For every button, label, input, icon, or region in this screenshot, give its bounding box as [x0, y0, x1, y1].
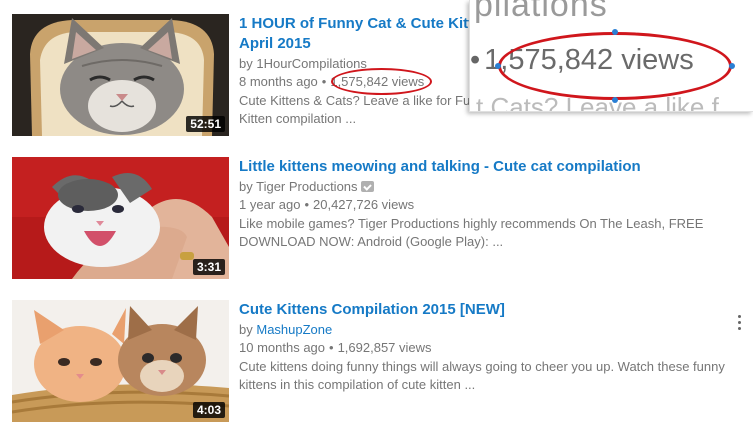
video-meta: 1 year ago • 20,427,726 views: [239, 196, 739, 214]
zoom-highlight-ellipse: [498, 32, 732, 100]
video-title-line: 1 HOUR of Funny Cat & Cute Kitte: [239, 15, 482, 32]
separator-dot: •: [304, 197, 309, 212]
description-line: Kitten compilation ...: [239, 111, 357, 126]
video-meta: 10 months ago • 1,692,857 views: [239, 339, 739, 357]
video-result: 4:03 Cute Kittens Compilation 2015 [NEW]…: [12, 300, 747, 422]
video-info: Cute Kittens Compilation 2015 [NEW] by M…: [239, 300, 739, 394]
video-duration: 52:51: [186, 116, 225, 132]
video-title[interactable]: Little kittens meowing and talking - Cut…: [239, 157, 739, 177]
upload-age: 1 year ago: [239, 197, 301, 212]
description-line: kittens in this compilation of cute kitt…: [239, 377, 476, 392]
zoom-callout: pilations • 1,575,842 views t Cats? Leave…: [469, 0, 753, 112]
video-byline: by Tiger Productions: [239, 178, 739, 196]
upload-age: 8 months ago: [239, 74, 318, 89]
video-duration: 3:31: [192, 259, 225, 275]
view-count: 20,427,726 views: [313, 197, 415, 212]
video-result: 3:31 Little kittens meowing and talking …: [12, 157, 747, 279]
selection-handle-icon[interactable]: [612, 97, 618, 103]
video-thumbnail[interactable]: 52:51: [12, 14, 229, 136]
by-label: by: [239, 56, 253, 71]
view-count-highlight-ellipse: [331, 68, 432, 95]
video-description: Like mobile games? Tiger Productions hig…: [239, 215, 739, 251]
upload-age: 10 months ago: [239, 340, 326, 355]
selection-handle-icon[interactable]: [495, 63, 501, 69]
selection-handle-icon[interactable]: [612, 29, 618, 35]
verified-badge-icon: [360, 181, 374, 192]
video-thumbnail[interactable]: 3:31: [12, 157, 229, 279]
description-line: Cute Kittens & Cats? Leave a like for Fu: [239, 93, 471, 108]
video-duration: 4:03: [192, 402, 225, 418]
by-label: by: [239, 179, 253, 194]
channel-link[interactable]: Tiger Productions: [256, 179, 357, 194]
zoom-top-text: pilations: [474, 0, 608, 24]
channel-link[interactable]: MashupZone: [256, 322, 332, 337]
separator-dot: •: [321, 74, 327, 89]
zoom-separator-dot: •: [470, 44, 481, 76]
view-count: 1,692,857 views: [337, 340, 432, 355]
video-info: Little kittens meowing and talking - Cut…: [239, 157, 739, 251]
description-line: Like mobile games? Tiger Productions hig…: [239, 216, 704, 231]
more-options-icon[interactable]: [733, 314, 745, 332]
video-byline: by MashupZone: [239, 321, 739, 339]
video-title-line: April 2015: [239, 35, 311, 52]
separator-dot: •: [329, 340, 334, 355]
description-line: Cute kittens doing funny things will alw…: [239, 359, 725, 374]
channel-link[interactable]: 1HourCompilations: [256, 56, 367, 71]
by-label: by: [239, 322, 253, 337]
video-description: Cute kittens doing funny things will alw…: [239, 358, 739, 394]
description-line: DOWNLOAD NOW: Android (Google Play): ...: [239, 234, 504, 249]
selection-handle-icon[interactable]: [729, 63, 735, 69]
video-thumbnail[interactable]: 4:03: [12, 300, 229, 422]
search-results-page: 52:51 1 HOUR of Funny Cat & Cute Kitte A…: [0, 0, 753, 437]
video-title[interactable]: Cute Kittens Compilation 2015 [NEW]: [239, 300, 739, 320]
